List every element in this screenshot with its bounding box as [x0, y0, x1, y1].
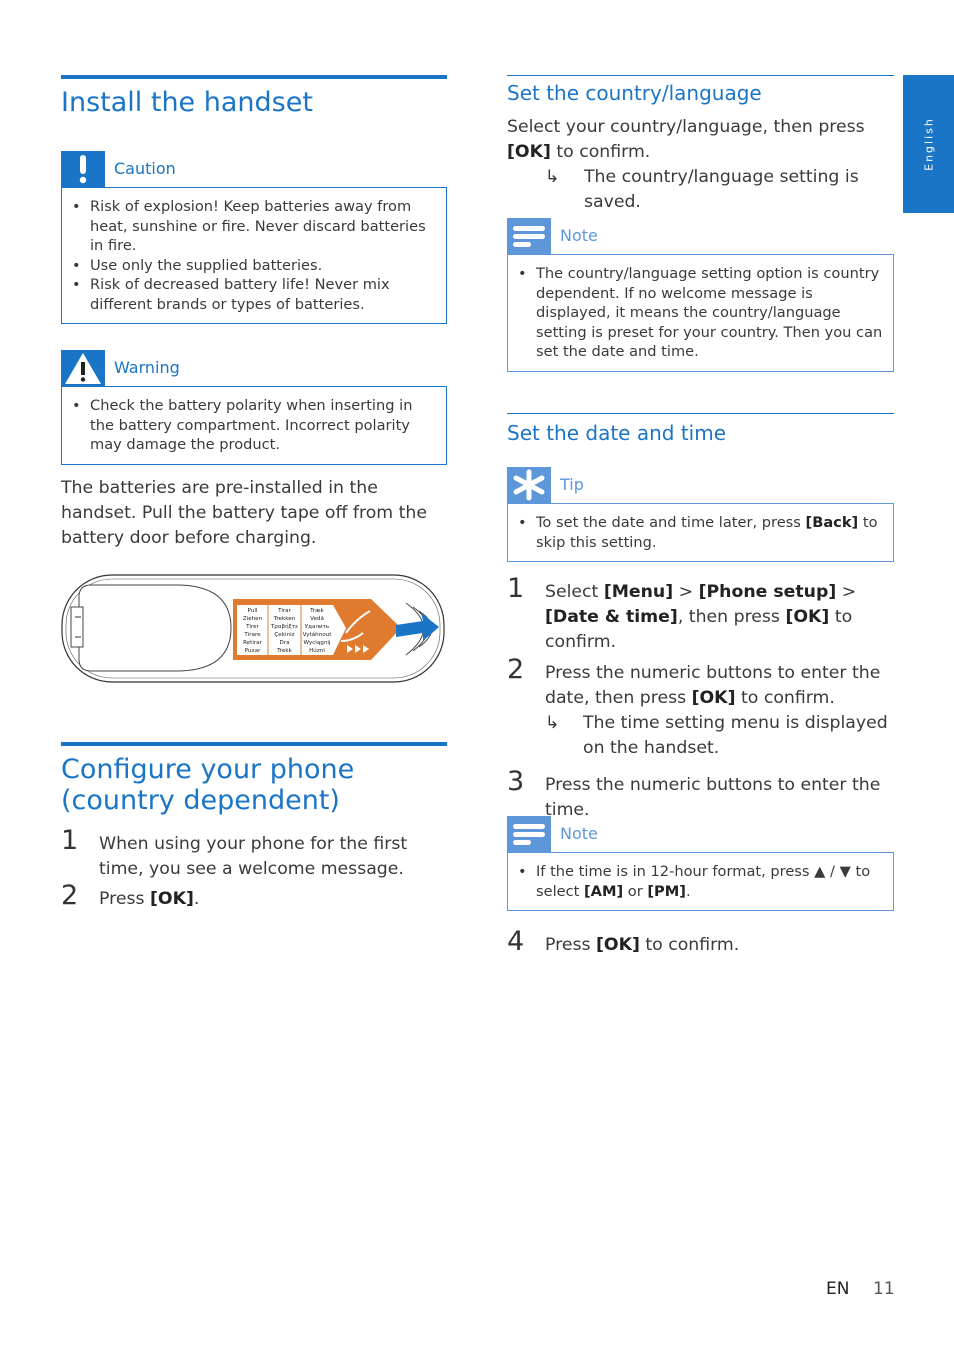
note-box: Note If the time is in 12-hour format, p…	[507, 816, 894, 911]
caution-label: Caution	[114, 159, 176, 178]
language-tab: English	[903, 75, 954, 213]
step: 2 Press the numeric buttons to enter the…	[507, 654, 881, 708]
tip-box: Tip To set the date and time later, pres…	[507, 467, 894, 562]
caution-box: Caution Risk of explosion! Keep batterie…	[61, 151, 447, 324]
result-line: ↳ The country/language setting is saved.	[545, 167, 859, 212]
exclamation-icon	[61, 151, 105, 187]
datetime-steps: 1 Select [Menu] > [Phone setup] > [Date …	[507, 573, 894, 823]
scroll-down-phonebook-icon: ▼	[839, 863, 851, 880]
section-title: Set the date and time	[507, 421, 727, 445]
note-item: The country/language setting option is c…	[518, 264, 883, 362]
warning-item: Check the battery polarity when insertin…	[72, 396, 436, 455]
tip-item: To set the date and time later, press [B…	[518, 513, 883, 552]
note-label: Note	[560, 824, 598, 843]
section-rule	[507, 413, 894, 414]
install-body: The batteries are pre-installed in the h…	[61, 478, 427, 548]
tape-label-col: Pull Ziehen Tirer Tirare Retirar Puxar	[242, 608, 263, 654]
caution-item: Risk of decreased battery life! Never mi…	[72, 275, 436, 314]
footer-language: EN	[826, 1279, 850, 1299]
section-title: Install the handset	[61, 87, 313, 118]
page-number: 11	[873, 1279, 895, 1299]
tip-label: Tip	[560, 475, 584, 494]
step: 1 Select [Menu] > [Phone setup] > [Date …	[507, 573, 857, 652]
caution-item: Risk of explosion! Keep batteries away f…	[72, 197, 436, 256]
warning-label: Warning	[114, 358, 180, 377]
warning-triangle-icon	[61, 350, 105, 386]
install-section: Install the handset	[61, 75, 447, 118]
configure-section: Configure your phone (country dependent)…	[61, 742, 447, 912]
tape-label-col: Tirar Trekken Τραβήξτε Çekiniz Dra Trekk	[270, 608, 299, 654]
result-line: ↳ The time setting menu is displayed on …	[545, 713, 888, 758]
section-title: Set the country/language	[507, 81, 762, 105]
note-label: Note	[560, 226, 598, 245]
note-item: If the time is in 12-hour format, press …	[518, 862, 883, 901]
country-body: Select your country/language, then press…	[507, 117, 865, 162]
note-icon	[507, 816, 551, 852]
section-title: Configure your phone (country dependent)	[61, 754, 355, 816]
step: 1 When using your phone for the first ti…	[61, 825, 408, 879]
note-icon	[507, 218, 551, 254]
result-arrow-icon: ↳	[545, 713, 560, 733]
section-rule	[507, 75, 894, 76]
section-rule	[61, 75, 447, 79]
datetime-section: Set the date and time	[507, 413, 894, 445]
tip-asterisk-icon	[507, 467, 551, 503]
step: 4 Press [OK] to confirm.	[507, 926, 740, 957]
handset-illustration: Pull Ziehen Tirer Tirare Retirar Puxar Tirar T…	[61, 573, 447, 685]
tape-label-col: Træk Vedä Удалить Vytáhnout Wyciągnij Húzni	[302, 608, 332, 654]
scroll-up-call-log-icon: ▲	[814, 863, 826, 880]
section-rule	[61, 742, 447, 746]
step: 2 Press [OK].	[61, 880, 200, 911]
caution-item: Use only the supplied batteries.	[72, 256, 436, 276]
result-arrow-icon: ↳	[545, 167, 560, 187]
warning-box: Warning Check the battery polarity when …	[61, 350, 447, 465]
note-box: Note The country/language setting option…	[507, 218, 894, 372]
country-section: Set the country/language Select your cou…	[507, 75, 894, 215]
